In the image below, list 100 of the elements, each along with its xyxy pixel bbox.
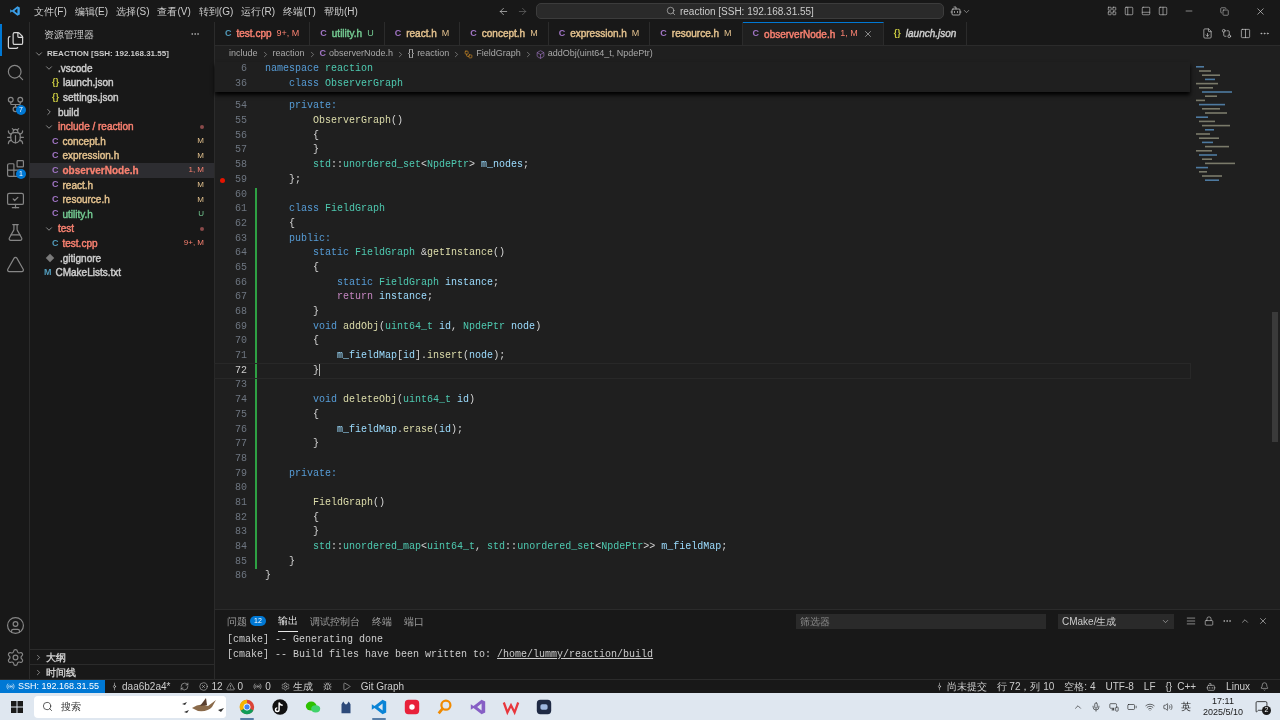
menu-item[interactable]: 转到(G) — [194, 3, 238, 19]
menu-item[interactable]: 终端(T) — [279, 3, 320, 19]
triangle-icon[interactable] — [6, 254, 25, 274]
download-icon[interactable] — [1202, 28, 1213, 39]
folder-item[interactable]: .vscode — [30, 61, 214, 76]
file-item[interactable]: C test.cpp 9+, M — [30, 236, 214, 251]
menu-item[interactable]: 选择(S) — [112, 3, 154, 19]
input-method[interactable]: 英 — [1180, 699, 1191, 714]
branch-indicator[interactable]: daa6b2a4* — [105, 680, 176, 693]
menu-item[interactable]: 帮助(H) — [319, 3, 362, 19]
lock-icon[interactable] — [1204, 616, 1214, 626]
wifi-icon[interactable] — [1144, 701, 1155, 712]
status-item[interactable]: 行 72，列 10 — [991, 680, 1060, 693]
filter-field[interactable]: 筛选器 — [796, 613, 1046, 629]
file-item[interactable]: {} launch.json — [30, 75, 214, 91]
menu-item[interactable]: 编辑(E) — [70, 3, 113, 19]
back-arrow-icon[interactable] — [497, 5, 509, 17]
panel-tab[interactable]: 输出 — [277, 610, 298, 632]
files-icon[interactable] — [6, 30, 25, 50]
remote-explorer-icon[interactable] — [6, 190, 25, 210]
ports-indicator[interactable]: 0 — [248, 680, 276, 693]
folder-item[interactable]: build — [30, 104, 214, 120]
command-center[interactable]: reaction [SSH: 192.168.31.55] — [535, 3, 944, 19]
breadcrumb-item[interactable]: reaction — [417, 47, 450, 61]
editor-tab[interactable]: C react.h M — [384, 22, 461, 45]
bug-icon[interactable] — [322, 682, 332, 691]
breadcrumb-item[interactable]: FieldGraph — [476, 47, 521, 61]
close-icon[interactable] — [1255, 5, 1266, 17]
editor-tab[interactable]: C test.cpp 9+, M — [215, 22, 311, 45]
list-icon[interactable] — [1186, 616, 1196, 626]
file-item[interactable]: C utility.h U — [30, 206, 214, 222]
folder-item[interactable]: test — [30, 221, 214, 237]
taskbar-search-field[interactable]: 搜索 — [34, 695, 226, 718]
editor-tab[interactable]: C resource.h M — [650, 22, 743, 45]
breadcrumb-item[interactable]: reaction — [272, 47, 305, 61]
file-item[interactable]: C react.h M — [30, 177, 214, 193]
scrollbar-thumb[interactable] — [1272, 312, 1278, 442]
flask-icon[interactable] — [6, 222, 25, 242]
speaker-icon[interactable] — [1162, 701, 1173, 712]
menu-item[interactable]: 运行(R) — [237, 3, 280, 19]
close-icon[interactable] — [862, 29, 873, 39]
path-link[interactable]: /home/lummy/reaction/build — [497, 649, 654, 660]
file-item[interactable]: M CMakeLists.txt — [30, 265, 214, 280]
search-icon[interactable] — [6, 62, 25, 82]
clock[interactable]: 17:11 2025/5/10 — [1202, 695, 1243, 718]
panel-tab[interactable]: 终端 — [371, 610, 392, 632]
microphone-icon[interactable] — [1090, 701, 1101, 712]
sync-icon[interactable] — [180, 682, 190, 691]
build-button[interactable]: 生成 — [275, 680, 318, 693]
breadcrumb-item[interactable]: include — [229, 47, 258, 61]
file-item[interactable]: .gitignore — [30, 250, 214, 266]
remote-indicator[interactable]: SSH: 192.168.31.55 — [0, 680, 106, 693]
file-item[interactable]: C expression.h M — [30, 148, 214, 164]
play-icon[interactable] — [341, 682, 351, 691]
settings-icon[interactable] — [6, 647, 25, 667]
split-editor-icon[interactable] — [1240, 28, 1251, 39]
file-item[interactable]: C resource.h M — [30, 192, 214, 207]
breadcrumb-item[interactable]: addObj(uint64_t, NpdePtr) — [547, 47, 653, 61]
close-icon[interactable] — [1258, 616, 1268, 626]
commit-indicator[interactable]: 尚未提交 — [929, 680, 992, 693]
folder-item[interactable]: include / reaction — [30, 119, 214, 134]
breadcrumb-item[interactable]: observerNode.h — [329, 47, 394, 61]
robot-icon[interactable] — [949, 5, 962, 17]
battery-icon[interactable] — [1126, 701, 1137, 712]
panel-tab[interactable]: 端口 — [403, 610, 424, 632]
sidebar-toggle-icon[interactable] — [1124, 6, 1134, 16]
compare-icon[interactable] — [1221, 28, 1232, 39]
editor-tab[interactable]: C observerNode.h 1, M — [742, 22, 884, 45]
layout-icon[interactable] — [1107, 6, 1117, 16]
restore-icon[interactable] — [1220, 6, 1229, 16]
windows-logo[interactable] — [11, 700, 23, 713]
extensions-icon[interactable] — [6, 158, 25, 178]
screen-icon[interactable] — [1108, 701, 1119, 712]
sidebar-section[interactable]: 大纲 — [30, 649, 214, 664]
problems-indicator[interactable]: 12 0 — [194, 680, 249, 693]
file-item[interactable]: C observerNode.h 1, M — [30, 163, 214, 178]
workspace-root[interactable]: REACTION [SSH: 192.168.31.55] — [47, 47, 169, 60]
file-item[interactable]: C concept.h M — [30, 133, 214, 149]
editor-tab[interactable]: C utility.h U — [310, 22, 385, 45]
status-item[interactable]: Linux — [1221, 680, 1255, 693]
panel-tab[interactable]: 调试控制台 — [309, 610, 360, 632]
split-layout-icon[interactable] — [1158, 6, 1168, 16]
status-item[interactable]: 空格: 4 — [1059, 680, 1101, 693]
menu-item[interactable]: 查看(V) — [153, 3, 195, 19]
status-item[interactable]: LF — [1138, 680, 1161, 693]
language-indicator[interactable]: {} C++ — [1160, 680, 1202, 693]
account-icon[interactable] — [6, 615, 25, 635]
status-item[interactable]: UTF-8 — [1100, 680, 1139, 693]
bell-icon[interactable] — [1260, 682, 1269, 691]
output-channel-select[interactable]: CMake/生成 — [1058, 613, 1174, 629]
editor-tab[interactable]: C expression.h M — [548, 22, 651, 45]
editor-tab[interactable]: {} launch.json — [883, 22, 968, 45]
editor-tab[interactable]: C concept.h M — [460, 22, 549, 45]
menu-item[interactable]: 文件(F) — [30, 3, 71, 19]
status-item[interactable]: Git Graph — [355, 680, 410, 693]
panel-toggle-icon[interactable] — [1141, 6, 1151, 16]
robot-icon[interactable] — [1206, 681, 1217, 692]
run-debug-icon[interactable] — [6, 126, 25, 146]
chevron-up-icon[interactable] — [1240, 616, 1250, 626]
file-item[interactable]: {} settings.json — [30, 90, 214, 105]
